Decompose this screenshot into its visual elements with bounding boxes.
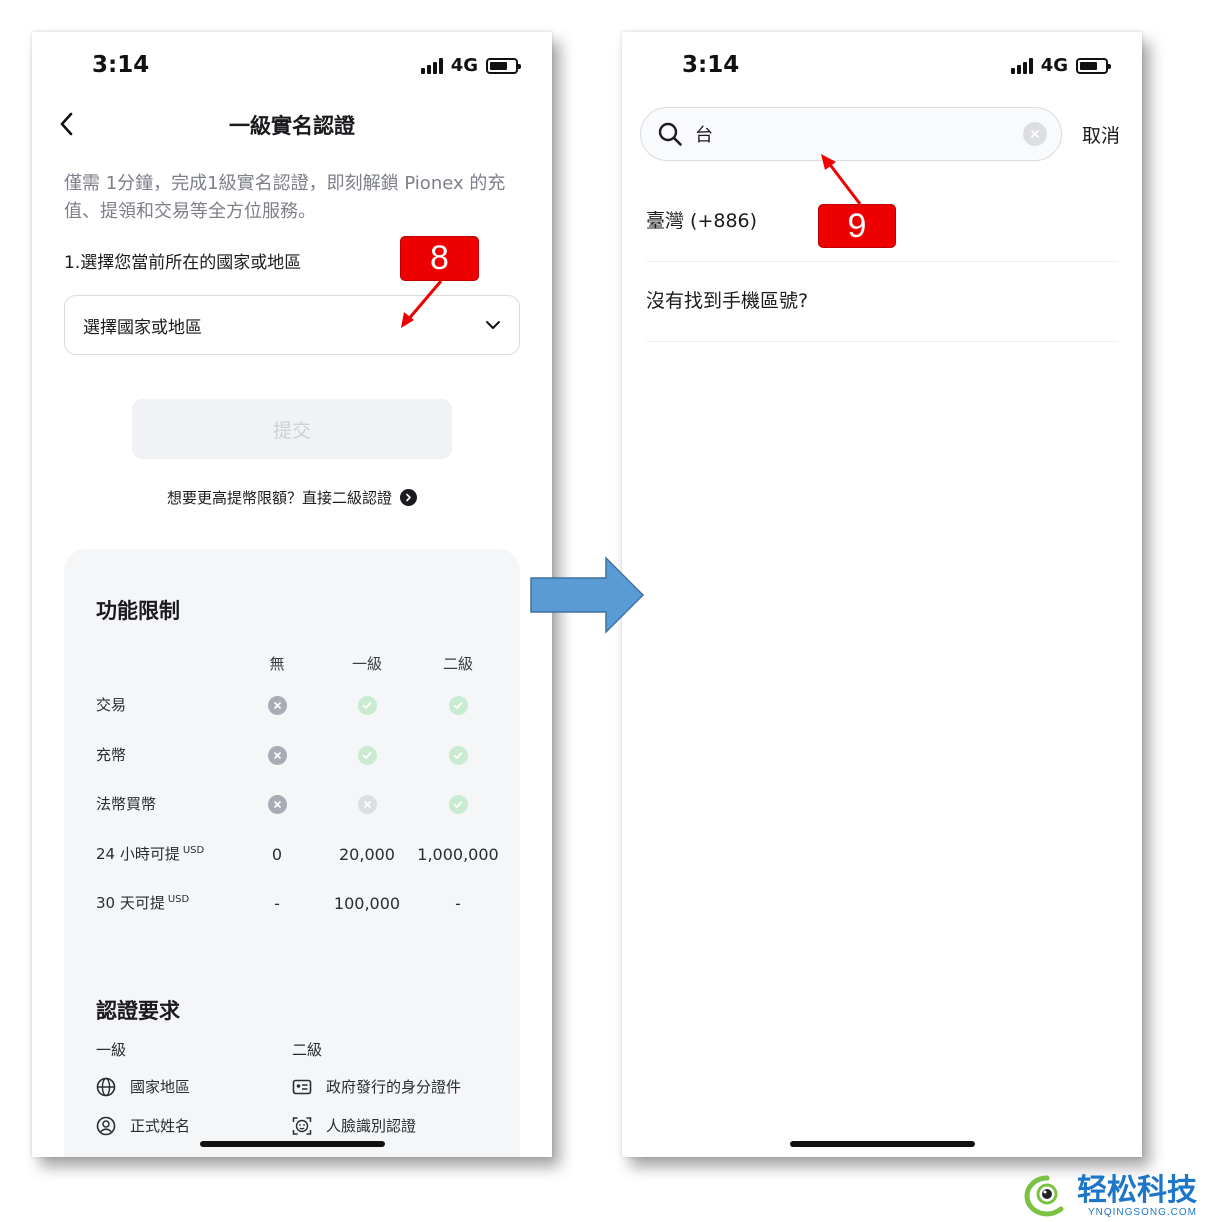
search-input[interactable] (695, 123, 1023, 145)
network-type: 4G (450, 55, 478, 76)
cross-circle-icon (267, 695, 287, 715)
currency-unit: USD (167, 894, 190, 905)
requirement-id-card-label: 政府發行的身分證件 (326, 1078, 462, 1096)
status-time: 3:14 (682, 52, 740, 78)
check-circle-icon (448, 794, 468, 814)
user-circle-icon (96, 1116, 116, 1135)
country-select-placeholder: 選擇國家或地區 (83, 317, 202, 338)
limit-row-label-text: 充幣 (96, 746, 127, 764)
limit-cell (232, 695, 322, 715)
limit-cell (413, 695, 503, 715)
chevron-right-icon (400, 489, 417, 506)
phone-screen-verification: 3:14 4G 一級實名認證 僅需 1分鐘，完成1級實名認證，即刻解鎖 Pion… (32, 32, 552, 1157)
watermark-text: 轻松科技 YNQINGSONG.COM (1077, 1172, 1197, 1218)
globe-icon (96, 1077, 116, 1096)
requirements-title: 認證要求 (96, 999, 180, 1023)
signal-icon (420, 57, 443, 74)
requirement-country-label: 國家地區 (130, 1078, 191, 1096)
limit-row-label: 法幣買幣 (96, 793, 156, 814)
phone-screen-search: 3:14 4G 取消 臺灣 (+886) 沒有找到手機區號? (622, 32, 1142, 1157)
watermark-logo: 轻松科技 YNQINGSONG.COM (1023, 1174, 1197, 1218)
column-head-level2: 二級 (442, 655, 473, 673)
clear-icon[interactable] (1023, 122, 1047, 146)
intro-text: 僅需 1分鐘，完成1級實名認證，即刻解鎖 Pionex 的充值、提領和交易等全方… (64, 173, 506, 222)
requirement-name: 正式姓名 (96, 1115, 190, 1136)
limit-cell (322, 695, 412, 715)
search-icon (658, 122, 682, 146)
battery-icon (1076, 57, 1111, 74)
limit-row-label-text: 24 小時可提 (96, 845, 180, 863)
requirement-face-label: 人臉識別認證 (326, 1117, 417, 1135)
check-circle-icon (448, 695, 468, 715)
limit-row-label: 交易 (96, 694, 126, 715)
limit-cell (322, 794, 412, 814)
status-indicators: 4G (1010, 55, 1111, 76)
check-circle-icon (357, 695, 377, 715)
check-circle-icon (448, 745, 468, 765)
limit-row-label-text: 交易 (96, 696, 127, 714)
requirements-level2-label: 二級 (292, 1041, 323, 1059)
submit-button[interactable]: 提交 (132, 399, 452, 459)
status-indicators: 4G (420, 55, 521, 76)
limit-cell (413, 794, 503, 814)
home-indicator (790, 1141, 975, 1147)
cross-circle-icon (267, 794, 287, 814)
limit-cell (322, 745, 412, 765)
limit-row-label-text: 法幣買幣 (96, 795, 157, 813)
requirement-face: 人臉識別認證 (292, 1115, 416, 1136)
limit-cell-value: 1,000,000 (417, 844, 499, 864)
limit-cell-value: - (274, 893, 280, 913)
cross-circle-icon (267, 745, 287, 765)
signal-icon (1010, 57, 1033, 74)
limit-cell-value: 100,000 (333, 893, 401, 913)
home-indicator (200, 1141, 385, 1147)
column-head-level1: 一級 (351, 655, 382, 673)
limit-cell-value: - (455, 893, 461, 913)
network-type: 4G (1040, 55, 1068, 76)
limit-row-label: 充幣 (96, 744, 126, 765)
limit-cell-value: 0 (271, 844, 283, 864)
limit-cell-value: 20,000 (339, 844, 395, 864)
battery-icon (486, 57, 521, 74)
limit-cell (232, 745, 322, 765)
watermark-name: 轻松科技 (1077, 1172, 1197, 1208)
cross-circle-icon (357, 794, 377, 814)
result-item-not-found[interactable]: 沒有找到手機區號? (646, 262, 1118, 342)
chevron-down-icon (486, 321, 500, 329)
annotation-badge-9: 9 (819, 205, 895, 247)
page-title: 一級實名認證 (229, 114, 355, 138)
requirement-name-label: 正式姓名 (130, 1117, 191, 1135)
limit-cell (413, 745, 503, 765)
currency-unit: USD (182, 845, 205, 856)
id-card-icon (292, 1079, 312, 1094)
cancel-button[interactable]: 取消 (1082, 121, 1120, 148)
level2-verification-link[interactable]: 想要更高提幣限額？直接二級認證 (32, 487, 552, 508)
check-circle-icon (357, 745, 377, 765)
annotation-badge-8: 8 (401, 237, 478, 280)
limit-row-label: 24 小時可提 USD (96, 843, 204, 864)
requirement-id-card: 政府發行的身分證件 (292, 1076, 461, 1097)
level2-link-label: 想要更高提幣限額？直接二級認證 (166, 489, 392, 507)
limit-row-label-text: 30 天可提 (96, 894, 165, 912)
watermark-eye-icon (1024, 1175, 1064, 1217)
requirements-level1-label: 一級 (96, 1041, 127, 1059)
country-step-label: 1.選擇您當前所在的國家或地區 (64, 253, 302, 273)
limit-row-label: 30 天可提 USD (96, 892, 189, 913)
limit-cell (232, 794, 322, 814)
country-select[interactable]: 選擇國家或地區 (64, 295, 520, 355)
column-head-none: 無 (269, 655, 285, 673)
status-time: 3:14 (92, 52, 150, 78)
face-scan-icon (292, 1116, 312, 1135)
limits-title: 功能限制 (96, 599, 180, 623)
watermark-url: YNQINGSONG.COM (1087, 1206, 1197, 1218)
requirement-country: 國家地區 (96, 1076, 190, 1097)
search-bar[interactable] (640, 107, 1062, 161)
limits-card: 功能限制 無 一級 二級 交易 充幣 法幣買幣 24 小時可提 USD 0 20,000 1,… (64, 549, 520, 1157)
